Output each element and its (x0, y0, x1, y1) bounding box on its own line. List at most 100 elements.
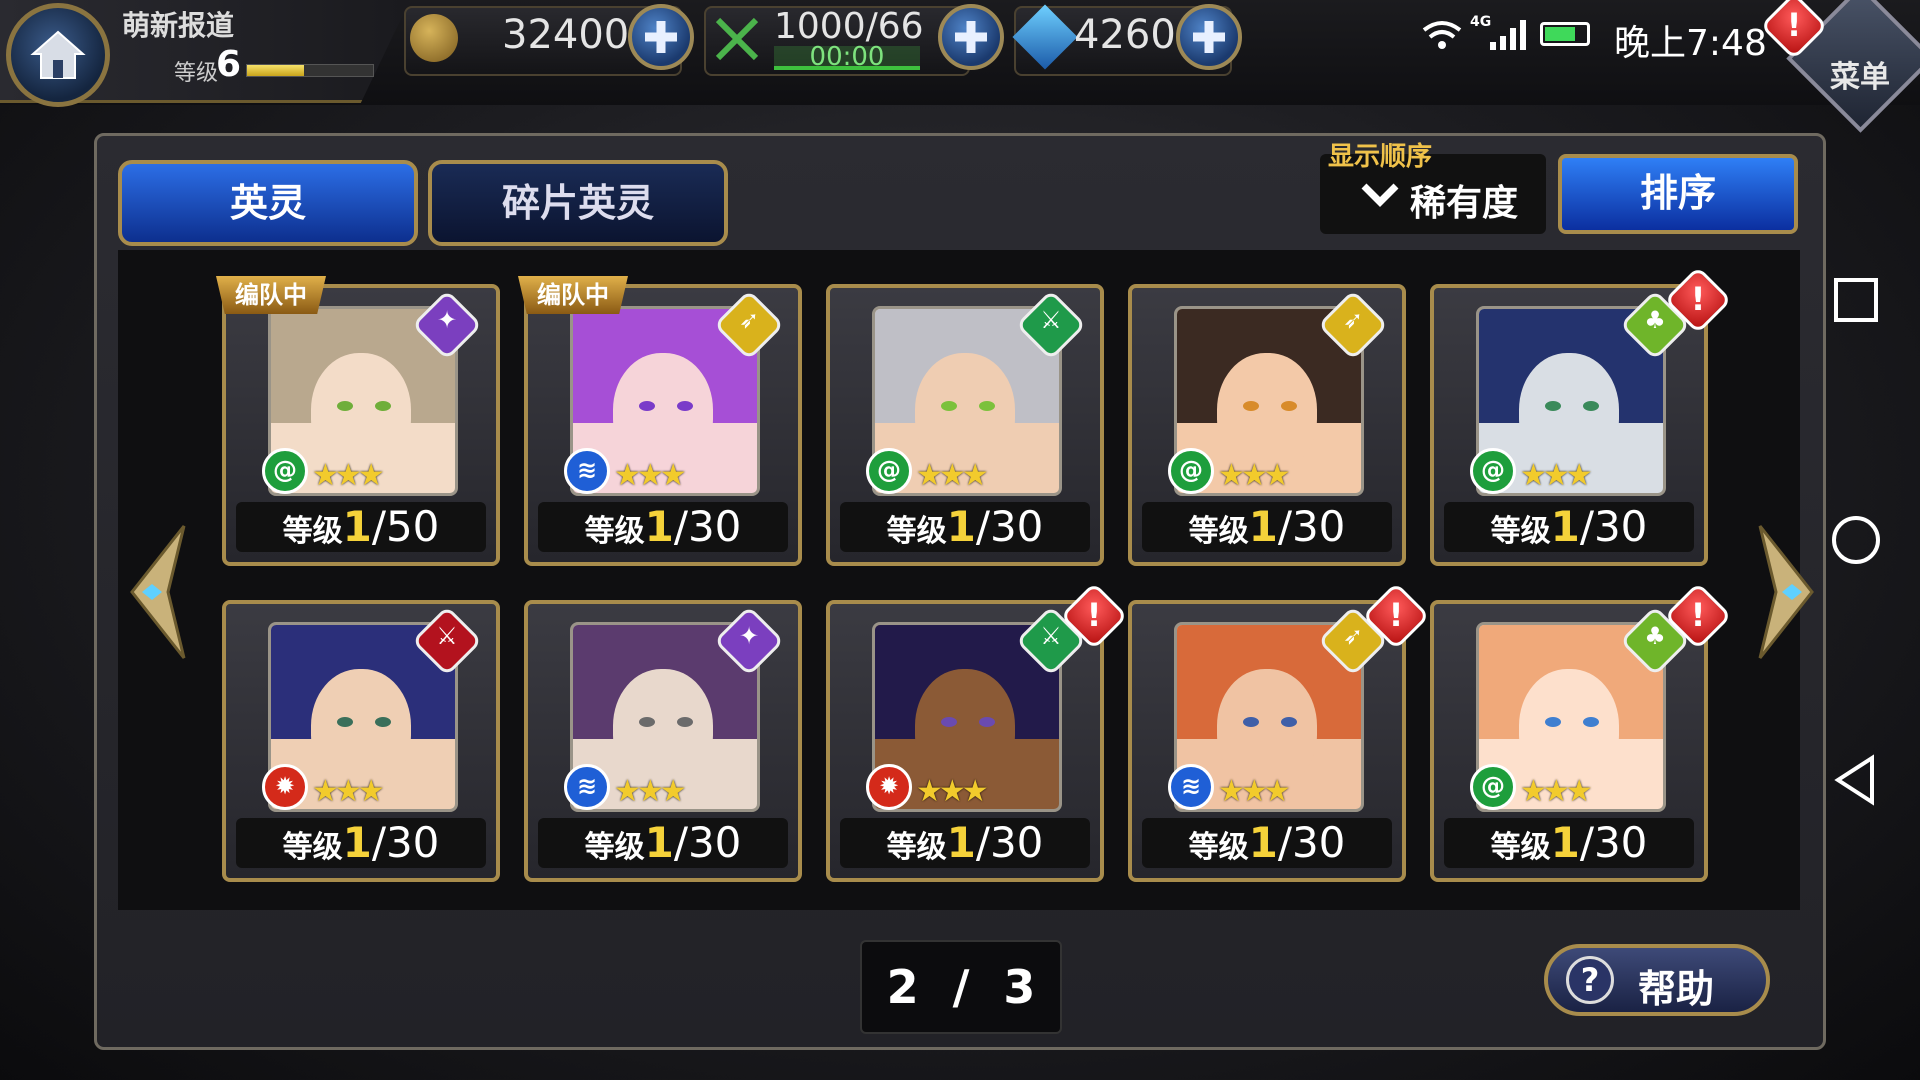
hero-level-max: /30 (975, 818, 1044, 867)
rarity-stars: ★★★ (1520, 458, 1593, 493)
prev-page-arrow-icon[interactable] (128, 522, 188, 662)
in-party-tag: 编队中 (518, 276, 628, 314)
hero-level-max: /30 (1579, 818, 1648, 867)
rarity-stars: ★★★ (614, 774, 687, 809)
menu-alert-mark: ! (1786, 6, 1802, 44)
page-current: 2 (886, 960, 919, 1014)
hero-card[interactable]: ⚔ ✹ ★★★ 等级1/30 (222, 600, 500, 882)
hero-level-max: /30 (1579, 502, 1648, 551)
gems-value: 4260 (1074, 12, 1176, 58)
wind-element-icon: @ (262, 448, 308, 494)
hero-card[interactable]: ♣ @ ★★★ 等级1/30! (1430, 582, 1732, 882)
player-name: 萌新报道 (122, 9, 235, 42)
coin-icon (410, 14, 458, 62)
hero-level-label: 等级 (1490, 830, 1551, 865)
rarity-stars: ★★★ (916, 458, 989, 493)
hero-card[interactable]: ➶ ≋ ★★★ 等级1/30! (1128, 582, 1430, 882)
hero-level: 等级1/50 (236, 502, 486, 552)
hero-level-current: 1 (1550, 818, 1580, 867)
tab-hero-fragments[interactable]: 碎片英灵 (428, 160, 728, 246)
hero-card[interactable]: ➶ ≋ ★★★ 等级1/30 编队中 (518, 276, 802, 566)
sort-order-value: 稀有度 (1410, 183, 1519, 224)
rarity-stars: ★★★ (614, 458, 687, 493)
rarity-stars: ★★★ (916, 774, 989, 809)
fire-element-icon: ✹ (262, 764, 308, 810)
page-separator: / (952, 960, 970, 1014)
home-nav-icon[interactable] (1826, 510, 1886, 570)
swordsman-class-icon: ⚔ (436, 622, 458, 650)
hero-level-label: 等级 (282, 514, 343, 549)
next-page-arrow-icon[interactable] (1756, 522, 1816, 662)
in-party-tag: 编队中 (216, 276, 326, 314)
hero-level-current: 1 (342, 818, 372, 867)
hero-level-max: /30 (371, 818, 440, 867)
player-level: 6 (216, 44, 242, 85)
hero-level-current: 1 (1248, 818, 1278, 867)
wind-element-icon: @ (1168, 448, 1214, 494)
signal-icon (1490, 20, 1526, 50)
hero-level-label: 等级 (886, 830, 947, 865)
hero-level: 等级1/30 (1142, 818, 1392, 868)
hero-card[interactable]: ✦ @ ★★★ 等级1/50 编队中 (216, 276, 500, 566)
back-nav-icon[interactable] (1826, 750, 1886, 810)
hero-level-max: /30 (1277, 818, 1346, 867)
archer-class-icon: ➶ (1342, 622, 1364, 650)
hero-card[interactable]: ⚔ ✹ ★★★ 等级1/30! (826, 582, 1128, 882)
home-button[interactable] (6, 3, 110, 107)
hero-level-label: 等级 (886, 514, 947, 549)
rarity-stars: ★★★ (312, 774, 385, 809)
hero-card[interactable]: ➶ @ ★★★ 等级1/30 (1128, 284, 1406, 566)
support-class-icon: ♣ (1644, 306, 1666, 334)
hero-level-max: /50 (371, 502, 440, 551)
hero-level-label: 等级 (1188, 514, 1249, 549)
rarity-stars: ★★★ (1218, 774, 1291, 809)
mage-class-icon: ✦ (738, 622, 760, 650)
hero-card[interactable]: ♣ @ ★★★ 等级1/30! (1430, 266, 1732, 566)
hero-level: 等级1/30 (840, 818, 1090, 868)
sort-order-label: 显示顺序 (1328, 142, 1433, 172)
hero-level: 等级1/30 (1444, 818, 1694, 868)
add-gems-button[interactable] (1176, 4, 1242, 70)
stamina-timer: 00:00 (809, 42, 885, 72)
sort-button[interactable]: 排序 (1558, 154, 1798, 234)
hero-level: 等级1/30 (538, 502, 788, 552)
hero-level-current: 1 (644, 502, 674, 551)
status-time: 晚上7:48 (1614, 23, 1767, 64)
coins-value: 32400 (502, 12, 630, 58)
menu-label: 菜单 (1830, 60, 1890, 95)
hero-level-max: /30 (673, 818, 742, 867)
hero-level-label: 等级 (584, 830, 645, 865)
page-indicator: 2 / 3 (860, 940, 1062, 1034)
help-icon: ? (1566, 956, 1614, 1004)
swordsman-class-icon: ⚔ (1040, 622, 1062, 650)
hero-level: 等级1/30 (1444, 502, 1694, 552)
wind-element-icon: @ (1470, 764, 1516, 810)
add-stamina-button[interactable] (938, 4, 1004, 70)
hero-level-current: 1 (1248, 502, 1278, 551)
rarity-stars: ★★★ (312, 458, 385, 493)
home-icon (30, 30, 86, 79)
stamina-value: 1000/66 (774, 6, 924, 47)
fire-element-icon: ✹ (866, 764, 912, 810)
swordsman-class-icon: ⚔ (1040, 306, 1062, 334)
hero-level-max: /30 (975, 502, 1044, 551)
player-level-label: 等级 (174, 61, 219, 86)
hero-level-current: 1 (946, 818, 976, 867)
hero-level-label: 等级 (1188, 830, 1249, 865)
tab-heroes[interactable]: 英灵 (118, 160, 418, 246)
hero-level-current: 1 (946, 502, 976, 551)
archer-class-icon: ➶ (738, 306, 760, 334)
hero-card[interactable]: ✦ ≋ ★★★ 等级1/30 (524, 600, 802, 882)
add-coins-button[interactable] (628, 4, 694, 70)
hero-level: 等级1/30 (236, 818, 486, 868)
recent-apps-icon[interactable] (1826, 270, 1886, 330)
rarity-stars: ★★★ (1218, 458, 1291, 493)
hero-card[interactable]: ⚔ @ ★★★ 等级1/30 (826, 284, 1104, 566)
archer-class-icon: ➶ (1342, 306, 1364, 334)
water-element-icon: ≋ (564, 764, 610, 810)
hero-level-current: 1 (644, 818, 674, 867)
crossed-swords-icon (715, 17, 759, 61)
mage-class-icon: ✦ (436, 306, 458, 334)
xp-bar-fill (247, 65, 304, 76)
wind-element-icon: @ (1470, 448, 1516, 494)
